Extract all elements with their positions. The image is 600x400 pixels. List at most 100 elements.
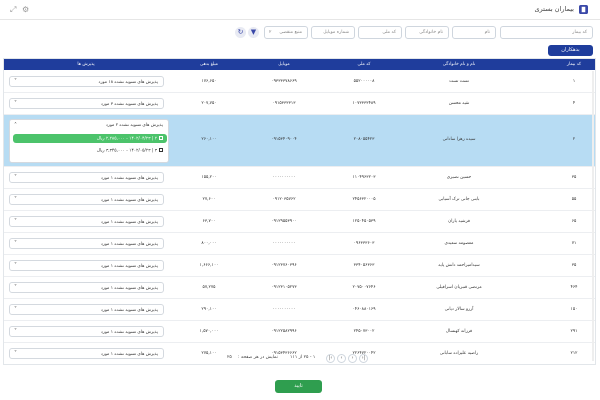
cell-name: مرتضی قنبریان اسرافیلی bbox=[436, 285, 482, 290]
chevron-down-icon[interactable]: ˅ bbox=[14, 328, 17, 335]
admissions-select[interactable]: ˅ پذیرش های تسویه نشده ۱۸ مورد bbox=[9, 76, 164, 87]
chevron-down-icon[interactable]: ˅ bbox=[14, 100, 17, 107]
cell-code: ۴۶۴ bbox=[570, 285, 578, 290]
admissions-dropdown-open[interactable]: ˄ پذیرش های تسویه نشده ۲ مورد ۲ | ۱۴۰۲/۰۴/… bbox=[9, 119, 169, 163]
cell-amount: ۲۷,۶۰۰ bbox=[202, 197, 216, 202]
patient-code-placeholder: کد بیمار bbox=[572, 30, 587, 35]
table-row[interactable]: ۲۹۱ فرزانه کهنسال ۲۴۵۰۷۳۰۰۲ ۰۹۱۲۲۵۸۲۹۹۶ ۱,۵۷… bbox=[4, 321, 595, 343]
confirm-button[interactable]: تایید bbox=[275, 380, 322, 393]
chevron-down-icon[interactable]: ˅ bbox=[14, 284, 17, 291]
chevron-down-icon[interactable]: ˅ bbox=[14, 78, 17, 85]
cell-code: ۲۹۱ bbox=[570, 329, 578, 334]
status-placeholder: منبع منقضی bbox=[279, 30, 302, 35]
cell-name: سیدامیراحمد دانش پایه bbox=[438, 263, 480, 268]
chevron-down-icon[interactable]: ˅ bbox=[14, 218, 17, 225]
refresh-icon[interactable]: ↻ bbox=[235, 27, 246, 38]
status-select[interactable]: منبع منقضی ۲ bbox=[264, 26, 308, 39]
top-bar: ⤢ ⚙ بیماران بستری bbox=[0, 0, 600, 20]
per-page-label: نمایش در هر صفحه : bbox=[238, 355, 278, 360]
table-row[interactable]: ۴ تقیه محسن ۱۰۷۳۳۳۳۴۸۹ ۰۹۱۵۳۳۳۳۱۳ ۲۰۷,۷۵۰ ˅ پذ… bbox=[4, 93, 595, 115]
expand-icon[interactable]: ⤢ bbox=[10, 5, 16, 15]
last-page-button[interactable]: ›| bbox=[359, 354, 368, 363]
chevron-down-icon[interactable]: ˅ bbox=[14, 196, 17, 203]
admissions-select[interactable]: ˅ پذیرش های تسویه نشده ۱ مورد bbox=[9, 172, 164, 183]
national-code-placeholder: کد ملی bbox=[382, 30, 396, 35]
chevron-down-icon[interactable]: ˅ bbox=[14, 306, 17, 313]
cell-code: ۱ bbox=[572, 79, 576, 84]
cell-code: ۴ bbox=[572, 101, 576, 106]
chevron-down-icon[interactable]: ˅ bbox=[14, 240, 17, 247]
first-page-button[interactable]: |‹ bbox=[326, 354, 335, 363]
cell-national: ۲۰۷۵۰۰۷۶۴۶ bbox=[352, 285, 376, 290]
table-row[interactable]: ۳۵ حسین نصیری ۱۱۰۴۹۶۳۲۰۳ ۰۰۰۰۰۰۰۰۰۰ ۱۵۵,۲۰۰ ˅… bbox=[4, 167, 595, 189]
chevron-up-icon[interactable]: ˄ bbox=[14, 122, 17, 129]
admissions-label: پذیرش های تسویه نشده ۲ مورد bbox=[105, 123, 163, 128]
admissions-label: پذیرش های تسویه نشده ۱۸ مورد bbox=[98, 80, 158, 85]
admissions-label: پذیرش های تسویه نشده ۱ مورد bbox=[100, 220, 158, 225]
chevron-down-icon[interactable]: ˅ bbox=[14, 174, 17, 181]
cell-name: آرزو سالار دیانی bbox=[444, 307, 474, 312]
col-national-code: کد ملی bbox=[357, 62, 371, 67]
admissions-select[interactable]: ˅ پذیرش های تسویه نشده ۱ مورد bbox=[9, 216, 164, 227]
cell-name: فرشید یاران bbox=[448, 219, 470, 224]
table-scrollbar[interactable] bbox=[592, 71, 594, 361]
cell-amount: ۱,۵۷۰,۰۰۰ bbox=[199, 329, 219, 334]
cell-code: ۱۵۰ bbox=[570, 307, 578, 312]
cell-amount: ۱,۶۶۶,۱۰۰ bbox=[199, 263, 219, 268]
admission-option-text: ۲ | ۱۴۰۲/۰۴/۲۳ - ۲,۲۸۵,۰۰۰ ریال bbox=[96, 136, 157, 142]
per-page-value[interactable]: ۲۵ bbox=[227, 355, 232, 360]
cell-amount: ۲۹۰,۱۰۰ bbox=[201, 307, 217, 312]
admissions-select[interactable]: ˅ پذیرش های تسویه نشده ۱ مورد bbox=[9, 282, 164, 293]
table-row[interactable]: ۱ تست تست ۵۵۲۰۰۰۰۰۸ ۰۹۳۳۳۳۷۸۶۶۹ ۱۷۶,۶۵۰ ˅ پذیر… bbox=[4, 71, 595, 93]
cell-mobile: ۰۹۱۲۹۵۵۳۹۰۰ bbox=[271, 219, 297, 224]
admissions-select[interactable]: ˅ پذیرش های تسویه نشده ۳ مورد bbox=[9, 98, 164, 109]
admissions-select[interactable]: ˅ پذیرش های تسویه نشده ۱ مورد bbox=[9, 304, 164, 315]
national-code-input[interactable]: کد ملی bbox=[358, 26, 402, 39]
prev-page-button[interactable]: ‹ bbox=[337, 354, 346, 363]
col-full-name: نام و نام خانوادگی bbox=[442, 62, 476, 67]
filter-bar: کد بیمار نام نام خانوادگی کد ملی شماره م… bbox=[0, 26, 600, 40]
cell-mobile: ۰۰۰۰۰۰۰۰۰۰ bbox=[272, 241, 296, 246]
page-range: ۱ - ۲۵ از ۱۱۱ bbox=[290, 355, 316, 360]
cell-mobile: ۰۹۱۲۳۱۰۵۲۷۳ bbox=[271, 285, 297, 290]
cell-name: معصومه سعیدی bbox=[444, 241, 474, 246]
cell-code: ۳۵ bbox=[571, 263, 577, 268]
cell-amount: ۸۰۰,۰۰۰ bbox=[201, 241, 217, 246]
tab-debtors[interactable]: بدهکاران bbox=[548, 45, 593, 56]
cell-mobile: ۰۹۱۵۳۳۳۳۱۳ bbox=[272, 101, 296, 106]
filter-icon[interactable]: ▼ bbox=[248, 27, 259, 38]
cell-amount: ۶۳,۷۰۰ bbox=[202, 219, 216, 224]
admissions-select[interactable]: ˅ پذیرش های تسویه نشده ۱ مورد bbox=[9, 238, 164, 249]
checkbox-icon[interactable] bbox=[159, 136, 163, 140]
table-row[interactable]: ۲ سیده زهرا ساداتی ۲۰۸۰۵۵۴۲۳ ۰۹۱۵۳۴۰۹۰۰۴ ۲۶۰… bbox=[4, 115, 595, 167]
admissions-select[interactable]: ˅ پذیرش های تسویه نشده ۱ مورد bbox=[9, 194, 164, 205]
first-name-input[interactable]: نام bbox=[452, 26, 496, 39]
cell-national: ۰۹۶۳۳۳۶۰۳ bbox=[353, 241, 375, 246]
mobile-input[interactable]: شماره موبایل bbox=[311, 26, 355, 39]
table-row[interactable]: ۴۶۴ مرتضی قنبریان اسرافیلی ۲۰۷۵۰۰۷۶۴۶ ۰۹۱۲۳… bbox=[4, 277, 595, 299]
admissions-label: پذیرش های تسویه نشده ۱ مورد bbox=[100, 264, 158, 269]
admission-option-selected[interactable]: ۲ | ۱۴۰۲/۰۴/۲۳ - ۲,۲۸۵,۰۰۰ ریال bbox=[13, 134, 167, 143]
cell-mobile: ۰۰۰۰۰۰۰۰۰۰ bbox=[272, 307, 296, 312]
chevron-down-icon[interactable]: ˅ bbox=[14, 262, 17, 269]
col-mobile: موبایل bbox=[278, 62, 290, 67]
admissions-select[interactable]: ˅ پذیرش های تسویه نشده ۱ مورد bbox=[9, 260, 164, 271]
first-name-placeholder: نام bbox=[484, 30, 490, 35]
checkbox-icon[interactable] bbox=[159, 148, 163, 152]
cell-mobile: ۰۹۱۵۳۴۰۹۰۰۴ bbox=[271, 137, 297, 142]
admissions-select[interactable]: ˅ پذیرش های تسویه نشده ۱ مورد bbox=[9, 326, 164, 337]
settings-icon[interactable]: ⚙ bbox=[22, 5, 29, 14]
app-logo-icon bbox=[579, 5, 588, 14]
next-page-button[interactable]: › bbox=[348, 354, 357, 363]
table-row[interactable]: ۱۵۰ آرزو سالار دیانی ۰۴۶۰۸۸۰۱۶۹ ۰۰۰۰۰۰۰۰۰۰ ۲… bbox=[4, 299, 595, 321]
cell-national: ۳۳۴۰۵۶۳۶۳ bbox=[353, 263, 375, 268]
cell-mobile: ۰۹۳۳۳۳۷۸۶۶۹ bbox=[271, 79, 297, 84]
table-row[interactable]: ۶۵ فرشید یاران ۱۲۵۰۴۵۰۵۳۹ ۰۹۱۲۹۵۵۳۹۰۰ ۶۳,۷۰۰… bbox=[4, 211, 595, 233]
table-row[interactable]: ۳۵ سیدامیراحمد دانش پایه ۳۳۴۰۵۶۳۶۳ ۰۹۱۲۳۷۶۰… bbox=[4, 255, 595, 277]
patient-code-input[interactable]: کد بیمار bbox=[500, 26, 593, 39]
table-row[interactable]: ۵۵ بابنی جانی ترک آسیابی ۲۴۵۶۳۲۰۰۰۵ ۰۹۱۲۰۳۵… bbox=[4, 189, 595, 211]
last-name-input[interactable]: نام خانوادگی bbox=[405, 26, 449, 39]
table-row[interactable]: ۷۱ معصومه سعیدی ۰۹۶۳۳۳۶۰۳ ۰۰۰۰۰۰۰۰۰۰ ۸۰۰,۰۰۰… bbox=[4, 233, 595, 255]
page-title: بیماران بستری bbox=[534, 5, 574, 13]
admission-option[interactable]: ۳ | ۱۴۰۲/۰۵/۲۳ - ۳,۳۴۵,۰۰۰ ریال bbox=[13, 146, 167, 155]
